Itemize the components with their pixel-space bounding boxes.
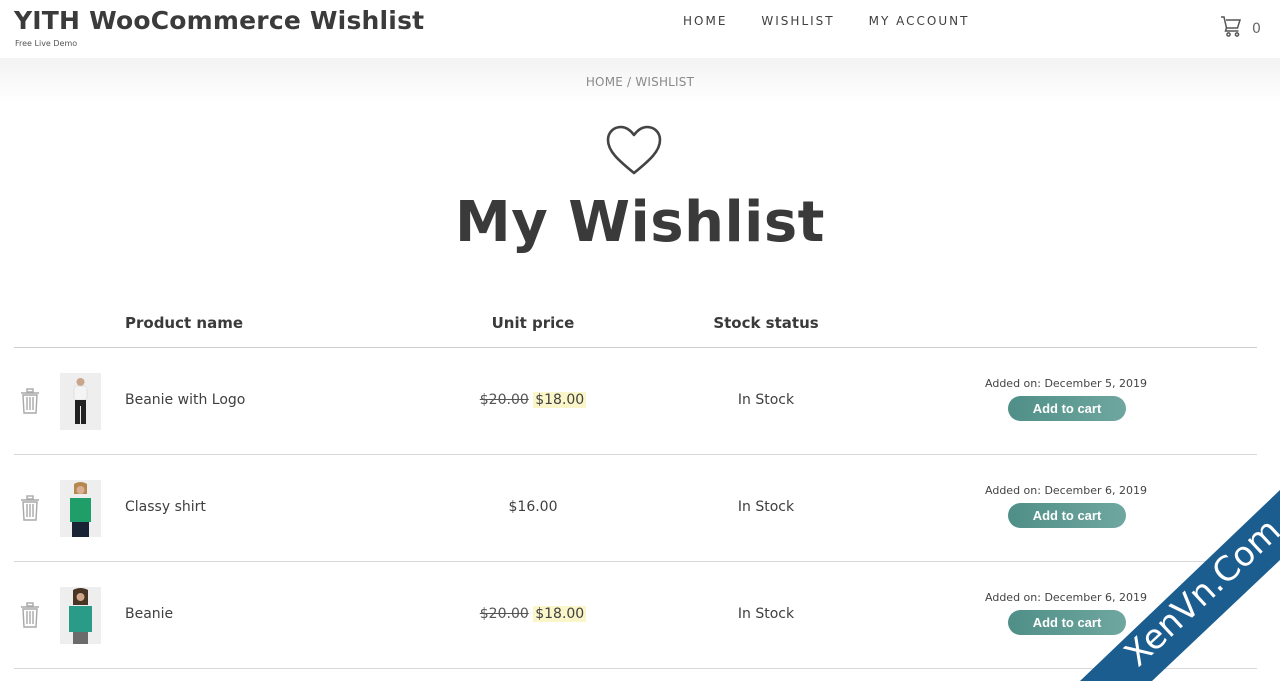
cart-button[interactable]: 0 [1220,14,1261,38]
nav-home[interactable]: HOME [683,14,727,28]
trash-icon [21,388,39,414]
sale-price: $18.00 [533,392,587,408]
wishlist-table: Product name Unit price Stock status Bea… [14,300,1257,669]
product-name[interactable]: Beanie [125,606,173,622]
table-header: Product name Unit price Stock status [14,300,1257,348]
header-unit-price: Unit price [491,314,575,332]
breadcrumb-current: WISHLIST [635,75,695,89]
page-title: My Wishlist [455,190,825,255]
unit-price: $20.00 $18.00 [433,606,633,622]
table-row: Beanie with Logo $20.00 $18.00 In Stock … [14,348,1257,455]
product-thumbnail[interactable] [60,587,101,644]
table-row: Classy shirt $16.00 In Stock Added on: D… [14,455,1257,562]
old-price: $20.00 [479,606,529,622]
unit-price: $16.00 [433,499,633,515]
remove-item-button[interactable] [20,602,40,628]
stock-status: In Stock [737,392,795,408]
nav-wishlist[interactable]: WISHLIST [761,14,834,28]
site-tagline: Free Live Demo [15,39,78,48]
date-added: Added on: December 6, 2019 [985,591,1147,604]
cart-count: 0 [1252,21,1261,37]
sale-price: $18.00 [533,606,587,622]
cart-icon [1221,16,1242,37]
product-name[interactable]: Beanie with Logo [125,392,245,408]
product-name[interactable]: Classy shirt [125,499,206,515]
site-header: YITH WooCommerce Wishlist Free Live Demo… [0,0,1280,58]
add-to-cart-button[interactable]: Add to cart [1008,503,1126,528]
add-to-cart-button[interactable]: Add to cart [1008,396,1126,421]
breadcrumb-home[interactable]: HOME [586,75,623,89]
old-price: $20.00 [479,392,529,408]
header-stock-status: Stock status [713,314,819,332]
date-added: Added on: December 5, 2019 [985,377,1147,390]
table-row: Beanie $20.00 $18.00 In Stock Added on: … [14,562,1257,669]
trash-icon [21,495,39,521]
date-added: Added on: December 6, 2019 [985,484,1147,497]
site-title[interactable]: YITH WooCommerce Wishlist [14,6,424,35]
unit-price: $20.00 $18.00 [433,392,633,408]
product-thumbnail[interactable] [60,373,101,430]
product-thumbnail[interactable] [60,480,101,537]
stock-status: In Stock [737,606,795,622]
add-to-cart-button[interactable]: Add to cart [1008,610,1126,635]
main-nav: HOME WISHLIST MY ACCOUNT [683,14,969,28]
breadcrumb: HOME / WISHLIST [0,75,1280,89]
regular-price: $16.00 [508,499,558,515]
remove-item-button[interactable] [20,388,40,414]
trash-icon [21,602,39,628]
heart-icon [604,124,664,178]
remove-item-button[interactable] [20,495,40,521]
stock-status: In Stock [737,499,795,515]
nav-my-account[interactable]: MY ACCOUNT [869,14,970,28]
header-product-name: Product name [125,314,244,332]
breadcrumb-separator: / [623,75,636,89]
